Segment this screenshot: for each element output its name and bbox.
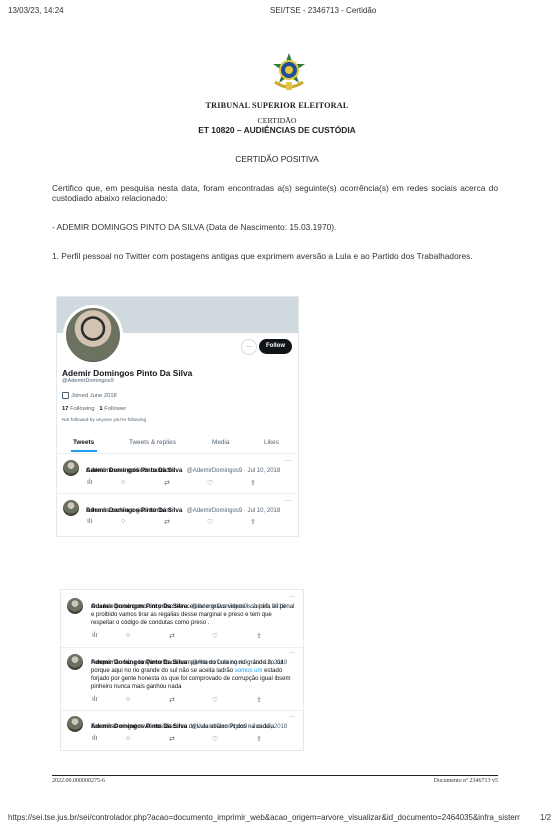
print-page-number: 1/2: [540, 813, 552, 822]
tweet-meta: @AdemirDomingos9 · Jul 10, 2018: [186, 508, 281, 514]
more-icon[interactable]: ···: [241, 339, 257, 355]
tab-tweets-replies[interactable]: Tweets & replies: [129, 439, 176, 446]
stats-icon[interactable]: ılı: [92, 632, 97, 639]
tweet-line: porque aqui no rio grande do sul não se …: [91, 667, 290, 675]
joined-text: Joined June 2018: [71, 393, 117, 400]
footer-process-number: 2022.00.000000275-6: [52, 778, 105, 784]
reply-icon[interactable]: ○: [126, 735, 130, 742]
tweet-text: Dilma na cadeia e geisi também: [86, 508, 172, 514]
stats-icon[interactable]: ılı: [87, 518, 92, 525]
like-icon[interactable]: ♡: [207, 518, 213, 526]
follow-button[interactable]: Follow: [259, 339, 292, 354]
tweet-line: forjado por gente honesta os que foi com…: [91, 676, 291, 682]
tab-tweets[interactable]: Tweets: [73, 439, 94, 446]
stats-icon[interactable]: ılı: [87, 479, 92, 486]
reply-icon[interactable]: ○: [126, 632, 130, 639]
share-icon[interactable]: ⇪: [250, 479, 256, 487]
profile-name: Ademir Domingos Pinto Da Silva: [62, 368, 193, 378]
profile-tabs: Tweets Tweets & replies Media Likes: [57, 439, 298, 452]
tweet-meta: @AdemirDomingos9 · Jul 10, 2018: [186, 468, 281, 474]
tweet-item[interactable]: Ademir Domingos Pinto Da Silva @AdemirDo…: [57, 497, 298, 535]
print-datetime: 13/03/23, 14:24: [8, 6, 64, 15]
tweet-avatar: [63, 500, 79, 516]
tweet-line: Porque não faz a lançamento da campanha …: [91, 660, 284, 666]
tweet-text: Em minas ninguém vai nos discurso do Lul…: [91, 724, 275, 730]
tweet-line: respeitar o código de condutas como pres…: [91, 620, 210, 626]
follow-counts: 17 Following 1 Follower: [62, 406, 126, 412]
tweet-text: Porque não faz a lançamento da campanha …: [91, 659, 290, 691]
retweet-icon[interactable]: ⇄: [169, 735, 175, 743]
tab-likes[interactable]: Likes: [264, 439, 279, 446]
tweet-avatar: [67, 654, 83, 670]
calendar-icon: [62, 392, 69, 399]
following-count: 17: [62, 406, 69, 412]
footer-divider: [52, 775, 498, 776]
like-icon[interactable]: ♡: [212, 735, 218, 743]
share-icon[interactable]: ⇪: [256, 632, 262, 640]
court-name: TRIBUNAL SUPERIOR ELEITORAL: [205, 101, 349, 110]
tweet-item[interactable]: Ademir Domingos Pinto Da Silva @AdemirDo…: [61, 714, 303, 748]
share-icon[interactable]: ⇪: [256, 735, 262, 743]
tweet-item[interactable]: Ademir Domingos Pinto Da Silva @AdemirDo…: [61, 650, 303, 710]
profile-avatar: [63, 305, 123, 365]
tweet-item[interactable]: Ademir Domingos Pinto Da Silva @AdemirDo…: [57, 457, 298, 495]
more-icon[interactable]: ···: [285, 498, 291, 504]
like-icon[interactable]: ♡: [212, 696, 218, 704]
retweet-icon[interactable]: ⇄: [164, 479, 170, 487]
tweet-line-text: porque aqui no rio grande do sul não se …: [91, 668, 234, 674]
tab-media[interactable]: Media: [212, 439, 229, 446]
share-icon[interactable]: ⇪: [250, 518, 256, 526]
retweet-icon[interactable]: ⇄: [169, 632, 175, 640]
brasao-emblem: [269, 52, 309, 92]
tweet-avatar: [67, 598, 83, 614]
doc-type: CERTIDÃO: [257, 116, 297, 125]
twitter-profile-screenshot: ··· Follow Ademir Domingos Pinto Da Silv…: [56, 296, 299, 537]
retweet-icon[interactable]: ⇄: [169, 696, 175, 704]
person-line: - ADEMIR DOMINGOS PINTO DA SILVA (Data d…: [52, 222, 337, 232]
reply-icon[interactable]: ○: [121, 479, 125, 486]
more-icon[interactable]: ···: [289, 714, 295, 720]
followers-count: 1: [99, 406, 103, 412]
active-tab-indicator: [71, 450, 97, 452]
more-icon[interactable]: ···: [285, 458, 291, 464]
tweet-line: O Lula e preso como um preso tem celular…: [91, 604, 295, 610]
tweet-line: pinheiro nunca mais ganhou nada: [91, 684, 182, 690]
tweet-avatar: [63, 460, 79, 476]
profile-handle: @AdemirDomingos9: [62, 378, 114, 384]
not-followed-note: Not followed by anyone you're following: [62, 418, 147, 423]
stats-icon[interactable]: ılı: [92, 735, 97, 742]
like-icon[interactable]: ♡: [212, 632, 218, 640]
joined-row: Joined June 2018: [62, 392, 117, 399]
doc-subtitle: ET 10820 – AUDIÊNCIAS DE CUSTÓDIA: [198, 125, 356, 135]
reply-icon[interactable]: ○: [121, 518, 125, 525]
twitter-tweets-screenshot: Ademir Domingos Pinto Da Silva @AdemirDo…: [60, 589, 304, 751]
more-icon[interactable]: ···: [289, 650, 295, 656]
tweet-avatar: [67, 716, 83, 732]
retweet-icon[interactable]: ⇄: [164, 518, 170, 526]
following-label[interactable]: Following: [70, 406, 95, 412]
tweet-text: Cadeia nesses politicos bandidos: [86, 468, 176, 474]
reply-icon[interactable]: ○: [126, 696, 130, 703]
print-page-title: SEI/TSE - 2346713 - Certidão: [270, 6, 377, 15]
doc-heading: CERTIDÃO POSITIVA: [235, 154, 319, 164]
more-icon[interactable]: ···: [289, 594, 295, 600]
followers-label[interactable]: Follower: [104, 406, 126, 412]
stats-icon[interactable]: ılı: [92, 696, 97, 703]
certify-paragraph: Certifico que, em pesquisa nesta data, f…: [52, 183, 498, 203]
like-icon[interactable]: ♡: [207, 479, 213, 487]
item-1: 1. Perfil pessoal no Twitter com postage…: [52, 251, 473, 261]
tweet-line-text: estado: [262, 668, 283, 674]
print-url: https://sei.tse.jus.br/sei/controlador.p…: [8, 813, 520, 822]
tweet-line: e proibido vamos tirar as regalias desse…: [91, 612, 272, 618]
tweet-text: O Lula e preso como um preso tem celular…: [91, 603, 294, 627]
footer-doc-number: Documento nº 2346713 v5: [433, 778, 498, 784]
share-icon[interactable]: ⇪: [256, 696, 262, 704]
tweet-link[interactable]: somos um: [235, 668, 263, 674]
tweet-item[interactable]: Ademir Domingos Pinto Da Silva @AdemirDo…: [61, 592, 303, 646]
